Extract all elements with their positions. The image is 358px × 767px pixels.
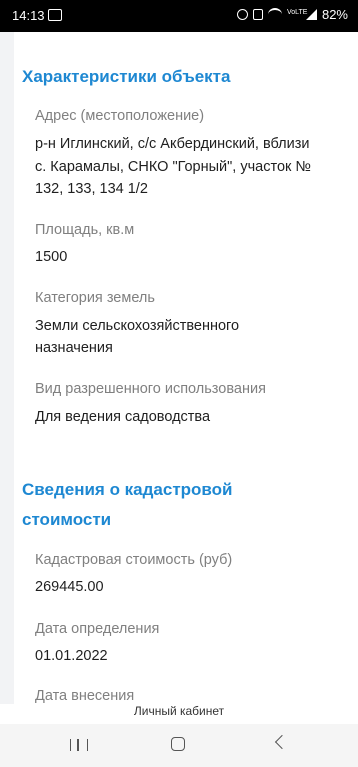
recents-icon[interactable] — [70, 739, 88, 751]
navigation-bar — [0, 724, 358, 767]
status-bar: 14:13 VoLTE 82% — [0, 0, 358, 32]
home-icon[interactable] — [171, 737, 185, 751]
mute-icon — [252, 9, 263, 20]
main-content[interactable]: Характеристики объекта Адрес (местополож… — [0, 32, 358, 704]
personal-cabinet-link[interactable]: Личный кабинет — [0, 704, 358, 724]
characteristics-title: Характеристики объекта — [22, 67, 231, 86]
date-value: 01.01.2022 — [35, 648, 108, 664]
signal-icon — [305, 9, 317, 20]
status-time: 14:13 — [12, 8, 45, 23]
category-line-2: назначения — [35, 340, 113, 356]
address-label: Адрес (местоположение) — [35, 108, 205, 124]
cost-value: 269445.00 — [35, 579, 104, 595]
usage-value: Для ведения садоводства — [35, 409, 211, 425]
address-line-2: с. Карамалы, СНКО "Горный", участок № — [35, 159, 311, 175]
cadastral-title-line-1: Сведения о кадастровой — [22, 480, 233, 499]
entry-date-label: Дата внесения — [35, 688, 135, 704]
status-icons: VoLTE 82% — [236, 7, 348, 22]
usage-label: Вид разрешенного использования — [35, 381, 266, 397]
back-icon[interactable] — [274, 734, 290, 750]
address-line-3: 132, 133, 134 1/2 — [35, 181, 148, 197]
wifi-icon — [267, 8, 282, 21]
date-label: Дата определения — [35, 621, 160, 637]
area-label: Площадь, кв.м — [35, 222, 135, 238]
area-value: 1500 — [35, 249, 68, 265]
cost-label: Кадастровая стоимость (руб) — [35, 552, 233, 568]
gallery-notification-icon — [48, 9, 62, 21]
volte-icon: VoLTE — [286, 8, 308, 16]
cadastral-title-line-2: стоимости — [22, 510, 112, 529]
alarm-icon — [236, 9, 248, 20]
left-rail — [0, 32, 14, 704]
address-line-1: р-н Иглинский, с/с Акбердинский, вблизи — [35, 136, 310, 152]
battery-percent: 82% — [321, 7, 348, 22]
category-line-1: Земли сельскохозяйственного — [35, 318, 240, 334]
category-label: Категория земель — [35, 290, 155, 306]
